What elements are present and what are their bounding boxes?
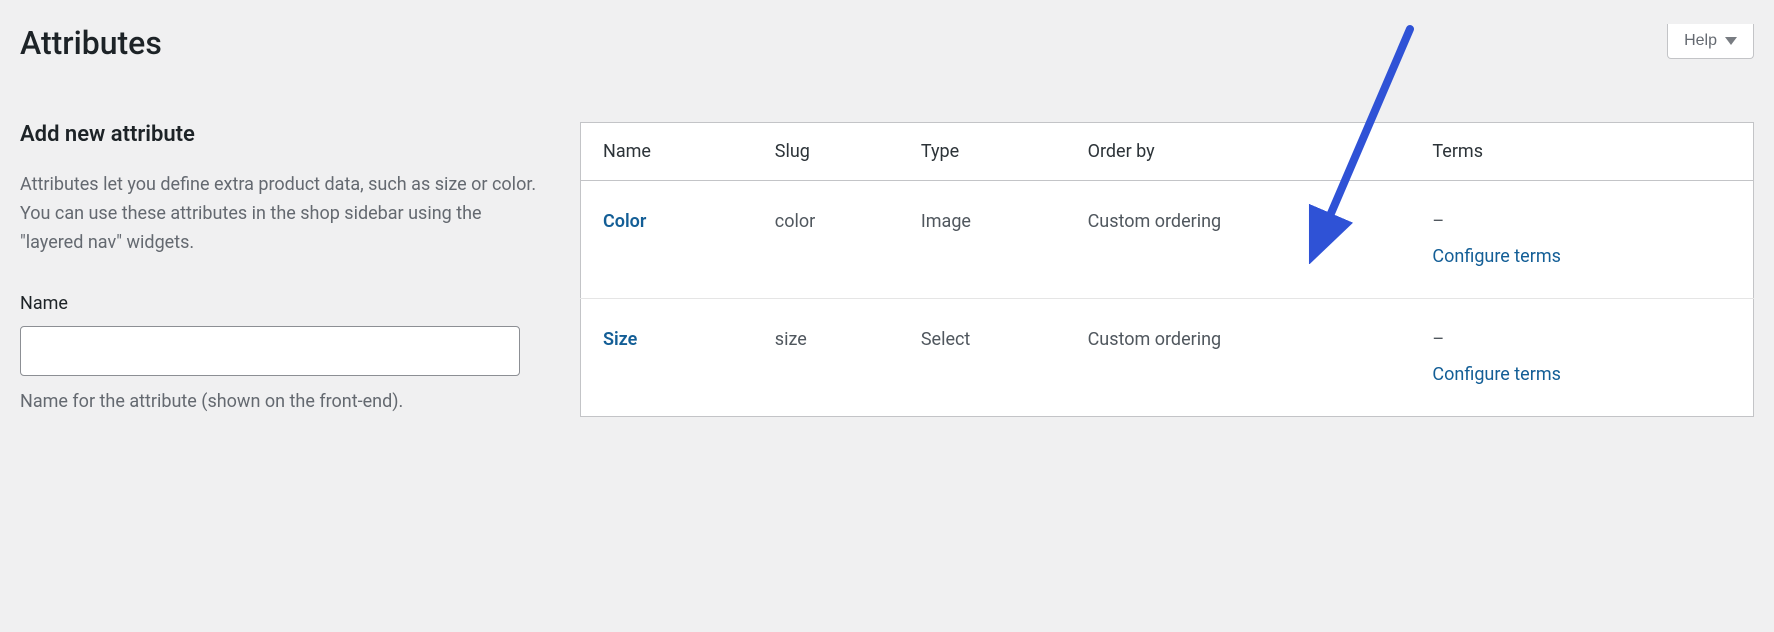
attribute-order-by: Custom ordering: [1074, 181, 1419, 299]
configure-terms-link[interactable]: Configure terms: [1432, 246, 1560, 267]
col-header-terms[interactable]: Terms: [1418, 123, 1753, 181]
col-header-slug[interactable]: Slug: [761, 123, 907, 181]
attribute-order-by: Custom ordering: [1074, 299, 1419, 417]
attribute-slug: size: [761, 299, 907, 417]
add-attribute-description: Attributes let you define extra product …: [20, 171, 540, 257]
attribute-type: Image: [907, 181, 1074, 299]
attribute-type: Select: [907, 299, 1074, 417]
col-header-order-by[interactable]: Order by: [1074, 123, 1419, 181]
page-title: Attributes: [20, 24, 1754, 62]
table-row: Size size Select Custom ordering – Confi…: [581, 299, 1754, 417]
attribute-slug: color: [761, 181, 907, 299]
col-header-name[interactable]: Name: [581, 123, 761, 181]
table-row: Color color Image Custom ordering – Conf…: [581, 181, 1754, 299]
chevron-down-icon: [1725, 37, 1737, 45]
add-attribute-form: Add new attribute Attributes let you def…: [20, 122, 540, 417]
add-attribute-heading: Add new attribute: [20, 122, 540, 147]
terms-value: –: [1432, 207, 1739, 238]
name-input[interactable]: [20, 326, 520, 376]
terms-value: –: [1432, 325, 1739, 356]
help-label: Help: [1684, 32, 1717, 50]
name-field-label: Name: [20, 293, 540, 314]
attribute-name-link[interactable]: Size: [603, 329, 637, 350]
name-field-hint: Name for the attribute (shown on the fro…: [20, 388, 540, 417]
attribute-name-link[interactable]: Color: [603, 211, 646, 232]
configure-terms-link[interactable]: Configure terms: [1432, 364, 1560, 385]
help-tab-button[interactable]: Help: [1667, 24, 1754, 59]
attributes-table: Name Slug Type Order by Terms Color colo…: [580, 122, 1754, 417]
col-header-type[interactable]: Type: [907, 123, 1074, 181]
